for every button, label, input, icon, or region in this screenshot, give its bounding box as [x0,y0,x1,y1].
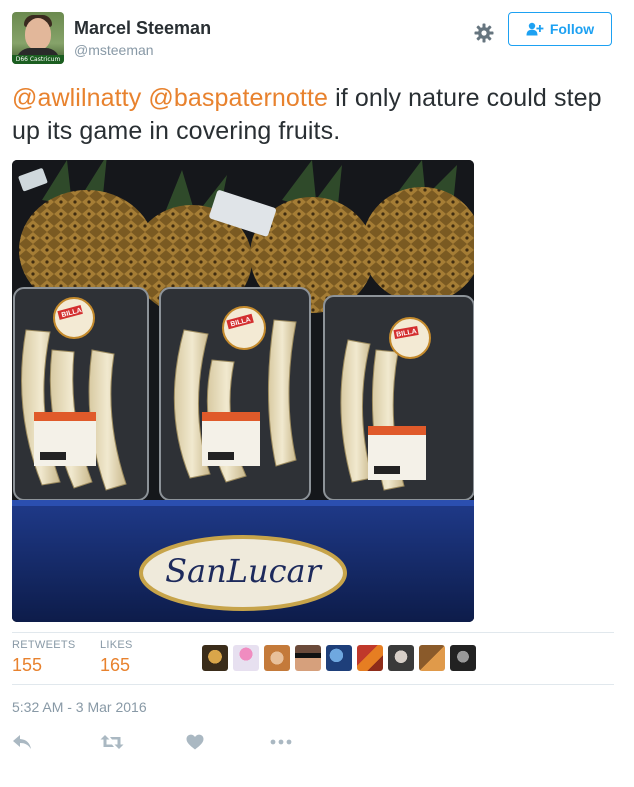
tweet-text: @awlilnatty @baspaternotte if only natur… [12,82,612,148]
mention-link[interactable]: @baspaternotte [148,84,328,112]
author-avatar[interactable]: D66 Castricum [12,12,64,64]
retweets-count[interactable]: 155 [12,655,42,676]
author-handle[interactable]: @msteeman [74,42,154,58]
add-user-icon [526,22,544,36]
more-icon[interactable] [270,730,292,754]
liker-avatar[interactable] [357,645,383,671]
avatar-badge: D66 Castricum [12,55,64,64]
retweet-icon[interactable] [100,730,124,754]
liker-avatar[interactable] [202,645,228,671]
tweet-photo[interactable]: BILLA BILLA BILLA SanLucar [12,160,474,622]
liker-avatar[interactable] [419,645,445,671]
gear-icon[interactable] [473,22,495,44]
follow-label: Follow [549,21,595,37]
mention-link[interactable]: @awlilnatty [12,84,141,112]
retweets-label: RETWEETS [12,639,76,651]
reply-icon[interactable] [12,730,32,754]
liker-avatar[interactable] [264,645,290,671]
liker-avatars [202,645,476,671]
tweet-header: D66 Castricum Marcel Steeman @msteeman F… [12,12,622,66]
divider [12,684,614,685]
author-name[interactable]: Marcel Steeman [74,18,211,39]
divider [12,632,614,633]
tweet-timestamp[interactable]: 5:32 AM - 3 Mar 2016 [12,699,147,715]
likes-count[interactable]: 165 [100,655,130,676]
liker-avatar[interactable] [326,645,352,671]
liker-avatar[interactable] [450,645,476,671]
likes-label: LIKES [100,639,133,651]
follow-button[interactable]: Follow [508,12,612,46]
liker-avatar[interactable] [295,645,321,671]
bananas-photo: BILLA BILLA BILLA SanLucar [12,160,474,622]
liker-avatar[interactable] [388,645,414,671]
liker-avatar[interactable] [233,645,259,671]
like-icon[interactable] [186,730,204,754]
sign-text: SanLucar [165,552,322,590]
